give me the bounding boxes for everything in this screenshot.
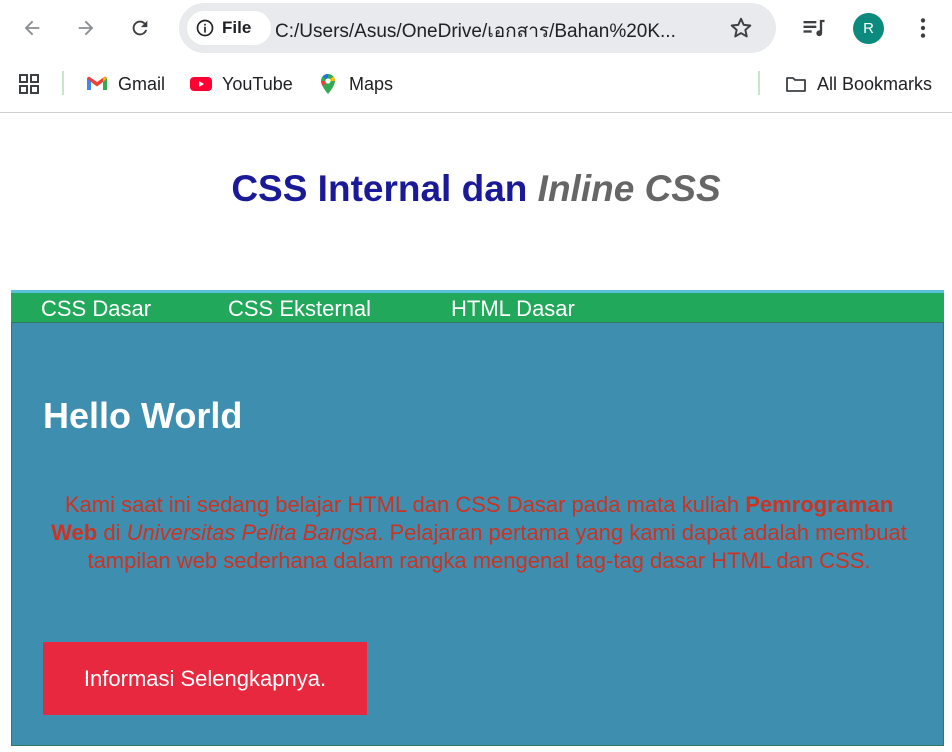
navigation-bar: CSS Dasar CSS Eksternal HTML Dasar xyxy=(11,290,944,322)
bookmarks-divider xyxy=(62,71,64,95)
back-icon xyxy=(24,20,40,36)
bookmarks-bar: Gmail YouTube Maps All Bookmarks xyxy=(0,56,952,113)
page-title: CSS Internal dan Inline CSS xyxy=(0,168,952,210)
more-info-button[interactable]: Informasi Selengkapnya. xyxy=(43,642,367,715)
paragraph-text-2: di xyxy=(97,520,127,545)
maps-icon xyxy=(321,73,336,94)
all-bookmarks-button[interactable]: All Bookmarks xyxy=(784,70,932,98)
bookmark-maps[interactable]: Maps xyxy=(316,70,393,98)
youtube-icon xyxy=(190,77,212,91)
site-info-chip[interactable]: File xyxy=(187,11,271,45)
bookmarks-divider-right xyxy=(758,71,760,95)
reload-button[interactable] xyxy=(122,10,158,46)
forward-icon xyxy=(78,20,94,36)
bookmark-label-maps: Maps xyxy=(349,73,394,94)
page-title-main: CSS Internal dan xyxy=(231,168,538,209)
section-heading: Hello World xyxy=(43,395,243,436)
nav-link-css-dasar[interactable]: CSS Dasar xyxy=(41,296,151,322)
back-button[interactable] xyxy=(14,10,50,46)
bookmark-label-gmail: Gmail xyxy=(118,73,166,94)
kebab-menu-icon[interactable] xyxy=(910,14,936,42)
star-icon[interactable] xyxy=(728,15,754,41)
url-text[interactable]: C:/Users/Asus/OneDrive/เอกสาร/Bahan%20K.… xyxy=(275,16,715,46)
info-icon xyxy=(196,19,214,37)
folder-icon xyxy=(786,77,806,92)
bookmark-youtube[interactable]: YouTube xyxy=(189,70,293,98)
gmail-icon xyxy=(87,76,107,90)
site-chip-label: File xyxy=(222,18,252,37)
nav-link-html-dasar[interactable]: HTML Dasar xyxy=(451,296,575,322)
nav-link-css-eksternal[interactable]: CSS Eksternal xyxy=(228,296,371,322)
reload-icon xyxy=(132,20,148,36)
bookmark-label-youtube: YouTube xyxy=(222,73,293,94)
apps-grid-icon[interactable] xyxy=(17,72,41,96)
bookmark-gmail[interactable]: Gmail xyxy=(85,70,165,98)
media-control-icon[interactable] xyxy=(800,14,828,42)
address-bar[interactable]: File C:/Users/Asus/OneDrive/เอกสาร/Bahan… xyxy=(179,3,776,53)
forward-button[interactable] xyxy=(68,10,104,46)
intro-paragraph: Kami saat ini sedang belajar HTML dan CS… xyxy=(43,491,915,575)
page-title-inline-css: Inline CSS xyxy=(537,168,721,209)
all-bookmarks-label: All Bookmarks xyxy=(817,73,933,94)
paragraph-italic-university: Universitas Pelita Bangsa xyxy=(126,520,378,545)
profile-avatar[interactable]: R xyxy=(853,13,884,44)
paragraph-text-1: Kami saat ini sedang belajar HTML dan CS… xyxy=(64,492,746,517)
browser-toolbar: File C:/Users/Asus/OneDrive/เอกสาร/Bahan… xyxy=(0,0,952,56)
content-section: Hello World Kami saat ini sedang belajar… xyxy=(11,322,944,746)
